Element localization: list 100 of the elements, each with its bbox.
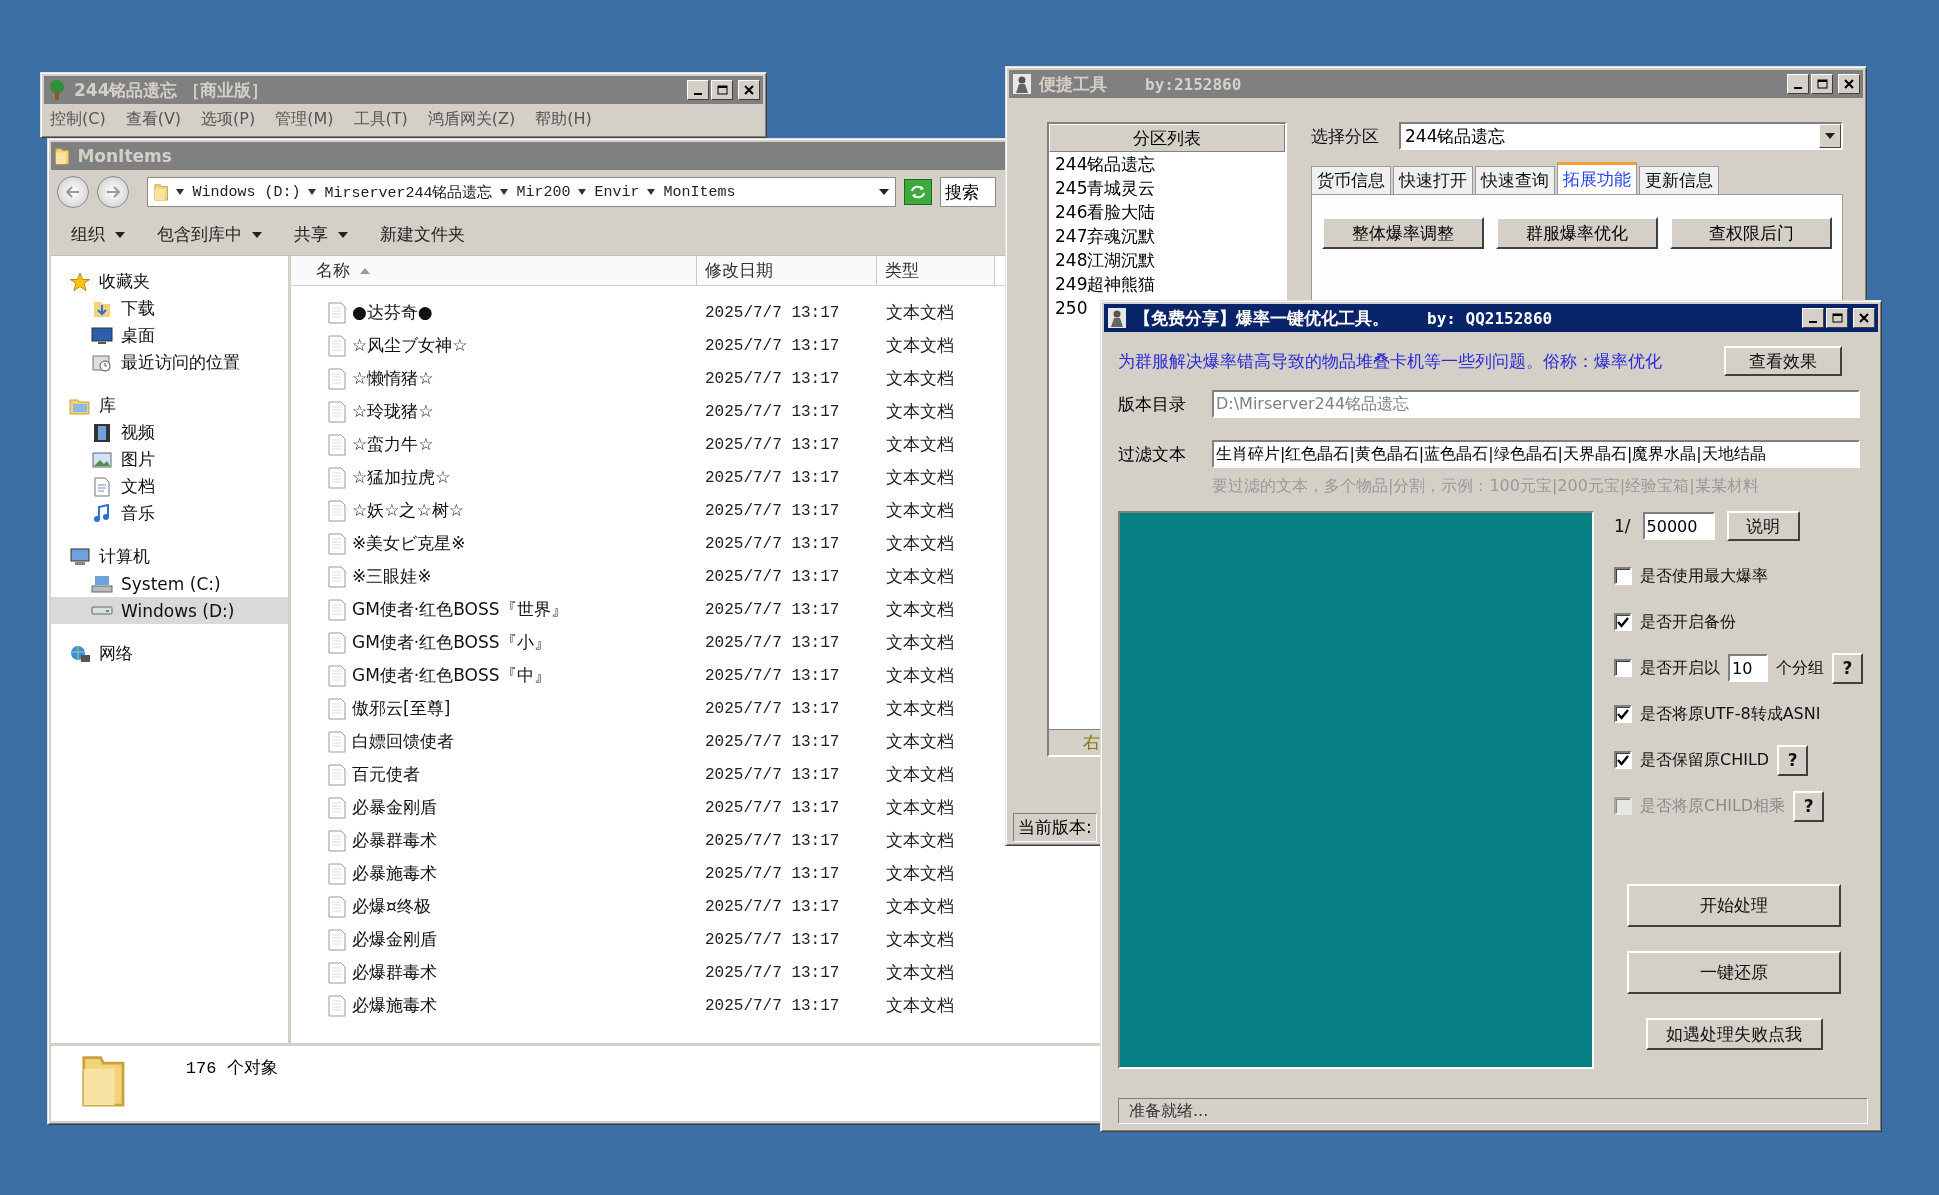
list-item[interactable]: 247弃魂沉默 [1049, 224, 1156, 248]
menu-item[interactable]: 选项(P) [201, 108, 256, 130]
nav-item[interactable]: 库 [51, 392, 288, 419]
nav-item[interactable]: 最近访问的位置 [51, 349, 288, 376]
file-name[interactable]: ※美女ビ克星※ [352, 532, 466, 555]
nav-item[interactable]: 文档 [51, 473, 288, 500]
file-name[interactable]: 白嫖回馈使者 [352, 730, 454, 753]
nav-item[interactable]: 网络 [51, 640, 288, 667]
nav-item[interactable]: 下载 [51, 295, 288, 322]
back-button[interactable] [57, 176, 89, 208]
menu-item[interactable]: 鸿盾网关(Z) [427, 108, 516, 130]
file-name[interactable]: 必暴群毒术 [352, 829, 437, 852]
list-item[interactable]: 245青城灵云 [1049, 176, 1156, 200]
file-name[interactable]: ●达芬奇● [352, 301, 433, 324]
menu-item[interactable]: 帮助(H) [535, 108, 592, 130]
list-item[interactable]: 250 [1049, 296, 1088, 320]
tab[interactable]: 快速打开 [1393, 166, 1473, 194]
list-item[interactable]: 246看脸大陆 [1049, 200, 1156, 224]
file-name[interactable]: 必爆群毒术 [352, 961, 437, 984]
nav-item[interactable]: 桌面 [51, 322, 288, 349]
close-button[interactable] [1838, 74, 1860, 94]
file-name[interactable]: ☆猛加拉虎☆ [352, 466, 451, 489]
tab[interactable]: 货币信息 [1311, 166, 1391, 194]
file-name[interactable]: ☆风尘ブ女神☆ [352, 334, 468, 357]
list-item[interactable]: 249超神熊猫 [1049, 272, 1156, 296]
file-name[interactable]: GM使者·红色BOSS『世界』 [352, 598, 568, 621]
nav-item[interactable]: Windows (D:) [51, 597, 288, 624]
action-button[interactable]: 如遇处理失败点我 [1645, 1018, 1823, 1050]
checkbox[interactable] [1614, 659, 1632, 677]
function-button[interactable]: 群服爆率优化 [1496, 217, 1658, 249]
help-button[interactable]: ? [1832, 652, 1863, 684]
help-button[interactable]: ? [1777, 744, 1809, 776]
nav-item[interactable]: 图片 [51, 446, 288, 473]
maximize-button[interactable] [711, 80, 733, 100]
minimize-button[interactable] [1787, 74, 1809, 94]
file-name[interactable]: 必暴施毒术 [352, 862, 437, 885]
file-name[interactable]: ☆玲珑猪☆ [352, 400, 434, 423]
explain-button[interactable]: 说明 [1726, 511, 1800, 541]
dropdown-button[interactable] [1819, 124, 1841, 148]
column-header[interactable]: 类型 [877, 256, 995, 285]
breadcrumb-item[interactable]: MonItems [663, 183, 736, 201]
maximize-button[interactable] [1811, 74, 1833, 94]
close-button[interactable] [1853, 308, 1875, 328]
minimize-button[interactable] [1802, 308, 1824, 328]
function-button[interactable]: 整体爆率调整 [1322, 217, 1484, 249]
file-name[interactable]: 必爆¤终极 [352, 895, 431, 918]
view-effect-button[interactable]: 查看效果 [1724, 346, 1842, 376]
address-bar[interactable]: Windows (D:) Mirserver244铭品遗忘 Mir200 Envir MonItems [147, 177, 896, 207]
refresh-button[interactable] [904, 179, 932, 205]
file-name[interactable]: 傲邪云[至尊] [352, 697, 451, 720]
toolbar-button[interactable]: 共享 [294, 221, 348, 248]
menu-item[interactable]: 工具(T) [353, 108, 408, 130]
group-count-field[interactable]: 10 [1728, 654, 1768, 682]
partition-dropdown[interactable]: 244铭品遗忘 [1399, 122, 1843, 150]
breadcrumb-item[interactable]: Windows (D:) [192, 183, 301, 201]
menu-item[interactable]: 管理(M) [275, 108, 334, 130]
nav-item[interactable]: 计算机 [51, 543, 288, 570]
column-header[interactable]: 名称 [291, 256, 697, 285]
file-name[interactable]: 必暴金刚盾 [352, 796, 437, 819]
tab[interactable]: 快速查询 [1475, 166, 1555, 194]
breadcrumb-item[interactable]: Mir200 [516, 183, 571, 201]
checkbox[interactable] [1614, 751, 1632, 769]
column-header[interactable]: 修改日期 [697, 256, 877, 285]
list-item[interactable]: 244铭品遗忘 [1049, 152, 1156, 176]
menu-item[interactable]: 查看(V) [125, 108, 182, 130]
file-name[interactable]: ☆懒惰猪☆ [352, 367, 434, 390]
nav-item[interactable]: 音乐 [51, 500, 288, 527]
file-name[interactable]: GM使者·红色BOSS『中』 [352, 664, 551, 687]
tab[interactable]: 更新信息 [1639, 166, 1719, 194]
file-name[interactable]: ※三眼娃※ [352, 565, 432, 588]
file-name[interactable]: 百元使者 [352, 763, 420, 786]
file-name[interactable]: ☆妖☆之☆树☆ [352, 499, 464, 522]
search-field[interactable]: 搜索 [940, 177, 996, 207]
tab[interactable]: 拓展功能 [1557, 162, 1637, 194]
toolbar-button[interactable]: 包含到库中 [157, 221, 262, 248]
text-field[interactable]: 生肖碎片|红色晶石|黄色晶石|蓝色晶石|绿色晶石|天界晶石|魔界水晶|天地结晶 [1212, 440, 1860, 468]
checkbox[interactable] [1614, 567, 1632, 585]
breadcrumb-item[interactable]: Envir [594, 183, 640, 201]
minimize-button[interactable] [687, 80, 709, 100]
file-name[interactable]: 必爆施毒术 [352, 994, 437, 1017]
checkbox[interactable] [1614, 705, 1632, 723]
rate-field[interactable]: 50000 [1642, 512, 1715, 540]
menu-item[interactable]: 控制(C) [50, 108, 106, 130]
file-name[interactable]: ☆蛮力牛☆ [352, 433, 434, 456]
forward-button[interactable] [97, 176, 129, 208]
action-button[interactable]: 开始处理 [1627, 884, 1841, 927]
toolbar-button[interactable]: 组织 [71, 221, 125, 248]
maximize-button[interactable] [1826, 308, 1848, 328]
file-name[interactable]: 必爆金刚盾 [352, 928, 437, 951]
action-button[interactable]: 一键还原 [1627, 951, 1841, 994]
file-name[interactable]: GM使者·红色BOSS『小』 [352, 631, 551, 654]
list-item[interactable]: 248江湖沉默 [1049, 248, 1156, 272]
toolbar-button[interactable]: 新建文件夹 [380, 221, 465, 248]
breadcrumb-item[interactable]: Mirserver244铭品遗忘 [324, 182, 493, 202]
nav-item[interactable]: 收藏夹 [51, 268, 288, 295]
checkbox[interactable] [1614, 613, 1632, 631]
nav-item[interactable]: 视频 [51, 419, 288, 446]
close-button[interactable] [738, 80, 760, 100]
nav-item[interactable]: System (C:) [51, 570, 288, 597]
function-button[interactable]: 查权限后门 [1670, 217, 1832, 249]
